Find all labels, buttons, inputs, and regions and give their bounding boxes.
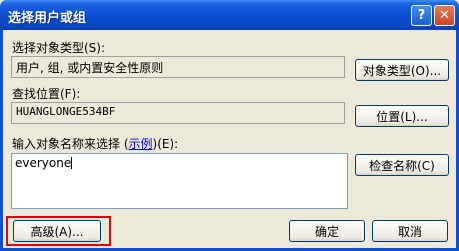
ok-button-label: 确定 bbox=[314, 224, 339, 239]
close-icon: ✕ bbox=[439, 8, 450, 23]
dialog-body: 选择对象类型(S): 用户, 组, 或内置安全性原则 对象类型(O)... 查找… bbox=[3, 30, 456, 248]
dialog-window: 选择用户或组 ? ✕ 选择对象类型(S): 用户, 组, 或内置安全性原则 对象… bbox=[0, 0, 459, 251]
location-label: 查找位置(F): bbox=[12, 87, 81, 101]
title-bar[interactable]: 选择用户或组 ? ✕ bbox=[0, 0, 459, 30]
location-value: HUANGLONGE534BF bbox=[16, 105, 116, 118]
object-names-label: 输入对象名称来选择 (示例)(E): bbox=[12, 135, 178, 152]
help-button[interactable]: ? bbox=[411, 5, 432, 26]
object-types-button-label: 对象类型(O)... bbox=[362, 63, 442, 78]
cancel-button[interactable]: 取消 bbox=[372, 220, 448, 242]
location-button[interactable]: 位置(L)... bbox=[355, 105, 449, 127]
help-icon: ? bbox=[417, 8, 426, 23]
highlight-box bbox=[6, 216, 111, 246]
object-names-input[interactable]: everyone bbox=[11, 153, 348, 209]
object-types-label: 选择对象类型(S): bbox=[12, 41, 106, 55]
window-title: 选择用户或组 bbox=[8, 11, 87, 26]
object-names-label-suffix: )(E): bbox=[152, 137, 179, 151]
check-names-button[interactable]: 检查名称(C) bbox=[355, 154, 449, 176]
examples-link[interactable]: 示例 bbox=[129, 137, 153, 151]
location-button-label: 位置(L)... bbox=[376, 109, 428, 124]
location-field: HUANGLONGE534BF bbox=[11, 102, 345, 124]
object-names-label-prefix: 输入对象名称来选择 ( bbox=[12, 137, 129, 151]
object-types-value: 用户, 组, 或内置安全性原则 bbox=[16, 61, 164, 75]
ok-button[interactable]: 确定 bbox=[289, 220, 365, 242]
text-caret bbox=[71, 157, 73, 169]
check-names-button-label: 检查名称(C) bbox=[369, 158, 435, 173]
cancel-button-label: 取消 bbox=[397, 224, 422, 239]
object-types-field: 用户, 组, 或内置安全性原则 bbox=[11, 56, 345, 78]
close-button[interactable]: ✕ bbox=[434, 5, 455, 26]
object-names-value: everyone bbox=[15, 156, 72, 170]
object-types-button[interactable]: 对象类型(O)... bbox=[355, 59, 449, 81]
